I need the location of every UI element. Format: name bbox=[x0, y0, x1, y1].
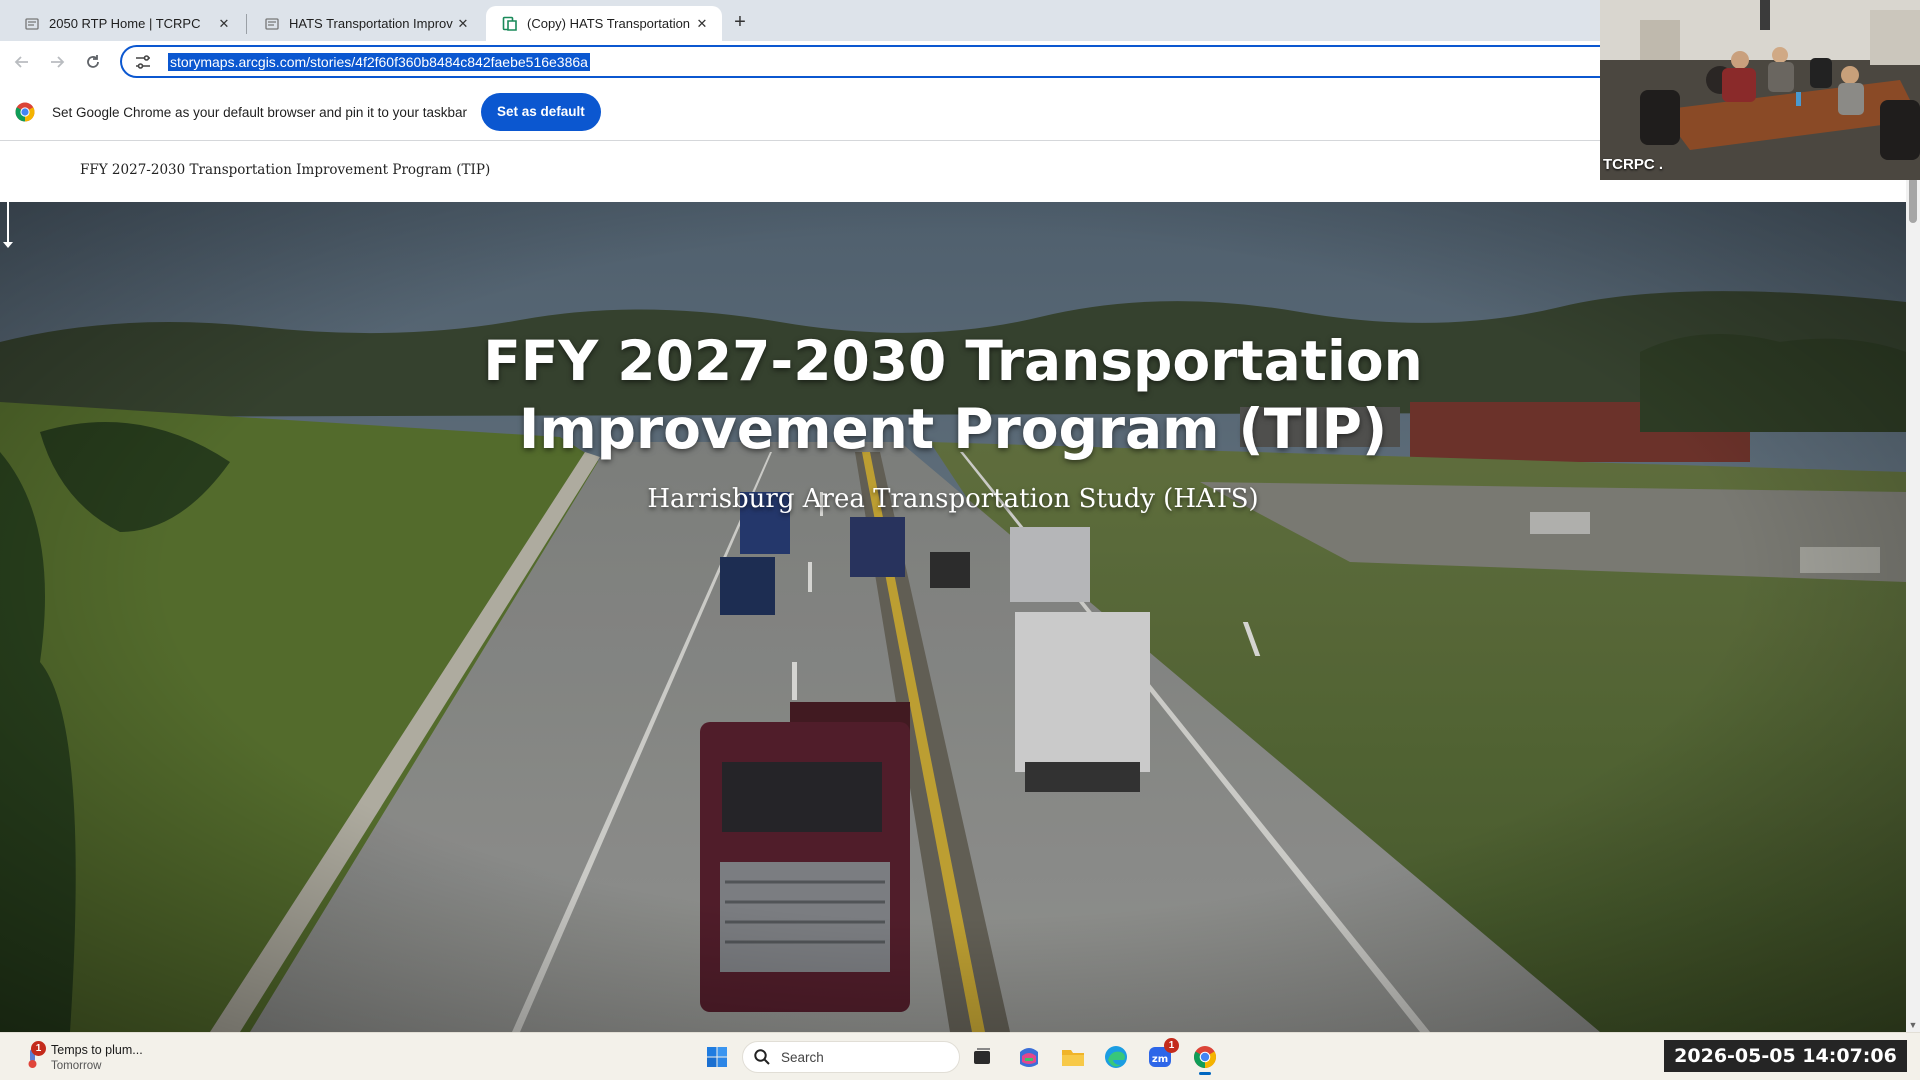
taskbar-search-placeholder: Search bbox=[781, 1049, 824, 1065]
close-icon[interactable]: ✕ bbox=[214, 14, 234, 34]
taskbar-search-box[interactable]: Search bbox=[742, 1041, 960, 1073]
task-view-icon[interactable] bbox=[965, 1040, 999, 1074]
tab-2050-rtp-home[interactable]: 2050 RTP Home | TCRPC ✕ bbox=[8, 6, 244, 41]
chrome-icon bbox=[1194, 1046, 1216, 1068]
url-text[interactable]: storymaps.arcgis.com/stories/4f2f60f360b… bbox=[168, 52, 590, 71]
svg-text:zm: zm bbox=[1152, 1054, 1168, 1065]
new-tab-button[interactable]: + bbox=[726, 8, 754, 36]
scrollbar-thumb[interactable] bbox=[1909, 177, 1917, 223]
hero-subtitle: Harrisburg Area Transportation Study (HA… bbox=[647, 484, 1259, 514]
scroll-down-arrow-icon[interactable] bbox=[0, 202, 16, 252]
tab-title: HATS Transportation Improvem bbox=[289, 16, 453, 31]
recording-timestamp: 2026-05-05 14:07:06 bbox=[1664, 1040, 1907, 1072]
chrome-app-button[interactable] bbox=[1188, 1040, 1222, 1075]
forward-button[interactable] bbox=[42, 47, 72, 77]
video-conference-overlay: TCRPC . bbox=[1600, 0, 1920, 180]
weather-headline: Temps to plum... bbox=[51, 1043, 143, 1057]
back-arrow-icon bbox=[14, 56, 28, 68]
windows-start-icon[interactable] bbox=[700, 1040, 734, 1074]
windows-taskbar: 1 Temps to plum... Tomorrow Search zm 1 bbox=[0, 1032, 1920, 1080]
tab-title: 2050 RTP Home | TCRPC bbox=[49, 16, 201, 31]
m365-copilot-icon[interactable] bbox=[1012, 1040, 1046, 1074]
weather-alert-badge: 1 bbox=[31, 1041, 46, 1056]
zoom-app-button[interactable]: zm 1 bbox=[1143, 1038, 1179, 1074]
back-button[interactable] bbox=[7, 47, 37, 77]
zoom-notification-badge: 1 bbox=[1164, 1038, 1179, 1053]
file-explorer-icon[interactable] bbox=[1056, 1040, 1090, 1074]
scroll-down-icon[interactable]: ▼ bbox=[1906, 1020, 1920, 1030]
infobar-message: Set Google Chrome as your default browse… bbox=[52, 104, 467, 120]
tab-separator bbox=[246, 14, 247, 34]
page-scrollbar[interactable]: ▼ bbox=[1906, 141, 1920, 1032]
hero-title-line-1: FFY 2027-2030 Transportation bbox=[483, 329, 1423, 393]
hero-title-line-2: Improvement Program (TIP) bbox=[518, 397, 1388, 461]
video-participant-label: TCRPC . bbox=[1603, 156, 1663, 173]
hero-title: FFY 2027-2030 Transportation Improvement… bbox=[0, 327, 1906, 463]
reload-button[interactable] bbox=[78, 47, 108, 77]
search-icon bbox=[754, 1049, 770, 1065]
story-header-title: FFY 2027-2030 Transportation Improvement… bbox=[80, 162, 491, 178]
close-icon[interactable]: ✕ bbox=[692, 14, 712, 34]
active-app-indicator bbox=[1199, 1072, 1211, 1075]
conference-room-video bbox=[1600, 0, 1920, 180]
tab-copy-hats-transportation[interactable]: (Copy) HATS Transportation Im ✕ bbox=[486, 6, 722, 41]
forward-arrow-icon bbox=[51, 56, 65, 68]
reload-icon bbox=[87, 55, 99, 68]
site-settings-icon[interactable] bbox=[134, 53, 152, 71]
storymaps-icon bbox=[502, 16, 517, 31]
edge-icon[interactable] bbox=[1099, 1040, 1133, 1074]
set-as-default-button[interactable]: Set as default bbox=[480, 93, 601, 131]
hero-section: FFY 2027-2030 Transportation Improvement… bbox=[0, 202, 1906, 1032]
tab-hats-transportation[interactable]: HATS Transportation Improvem ✕ bbox=[248, 6, 483, 41]
weather-widget[interactable]: 1 Temps to plum... Tomorrow bbox=[20, 1041, 160, 1075]
document-icon bbox=[25, 17, 39, 30]
tab-title: (Copy) HATS Transportation Im bbox=[527, 16, 692, 31]
document-icon bbox=[265, 17, 279, 30]
screen: 2050 RTP Home | TCRPC ✕ HATS Transportat… bbox=[0, 0, 1920, 1080]
weather-subline: Tomorrow bbox=[51, 1060, 102, 1072]
chrome-logo-icon bbox=[15, 102, 35, 122]
close-icon[interactable]: ✕ bbox=[453, 14, 473, 34]
